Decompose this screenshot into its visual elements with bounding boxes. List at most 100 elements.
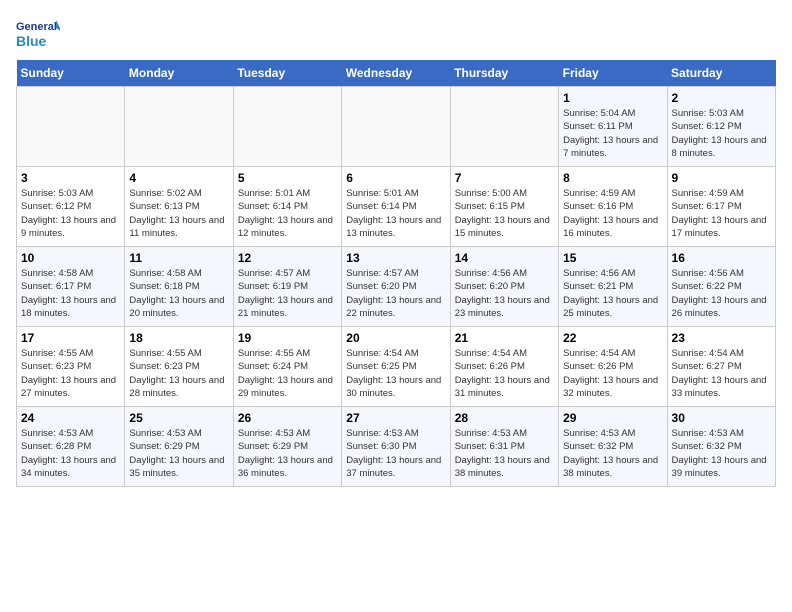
logo: General Blue: [16, 16, 60, 52]
day-number: 23: [672, 331, 771, 345]
day-info: Sunrise: 4:54 AM Sunset: 6:25 PM Dayligh…: [346, 347, 445, 400]
logo-graphic: General Blue: [16, 16, 60, 52]
day-cell: 22 Sunrise: 4:54 AM Sunset: 6:26 PM Dayli…: [559, 327, 667, 407]
calendar-table: SundayMondayTuesdayWednesdayThursdayFrid…: [16, 60, 776, 487]
day-info: Sunrise: 4:59 AM Sunset: 6:16 PM Dayligh…: [563, 187, 662, 240]
day-cell: 14 Sunrise: 4:56 AM Sunset: 6:20 PM Dayli…: [450, 247, 558, 327]
svg-text:General: General: [16, 21, 57, 33]
day-info: Sunrise: 4:56 AM Sunset: 6:21 PM Dayligh…: [563, 267, 662, 320]
day-cell: 28 Sunrise: 4:53 AM Sunset: 6:31 PM Dayli…: [450, 407, 558, 487]
day-number: 15: [563, 251, 662, 265]
day-info: Sunrise: 5:00 AM Sunset: 6:15 PM Dayligh…: [455, 187, 554, 240]
day-cell: [450, 87, 558, 167]
weekday-saturday: Saturday: [667, 60, 775, 87]
week-row-3: 10 Sunrise: 4:58 AM Sunset: 6:17 PM Dayli…: [17, 247, 776, 327]
day-number: 8: [563, 171, 662, 185]
day-cell: 15 Sunrise: 4:56 AM Sunset: 6:21 PM Dayli…: [559, 247, 667, 327]
weekday-wednesday: Wednesday: [342, 60, 450, 87]
day-cell: 24 Sunrise: 4:53 AM Sunset: 6:28 PM Dayli…: [17, 407, 125, 487]
day-cell: 11Sunrise: 4:58 AM Sunset: 6:18 PM Dayli…: [125, 247, 233, 327]
day-info: Sunrise: 5:03 AM Sunset: 6:12 PM Dayligh…: [21, 187, 120, 240]
day-info: Sunrise: 4:54 AM Sunset: 6:26 PM Dayligh…: [455, 347, 554, 400]
day-info: Sunrise: 4:55 AM Sunset: 6:23 PM Dayligh…: [129, 347, 228, 400]
day-info: Sunrise: 4:55 AM Sunset: 6:24 PM Dayligh…: [238, 347, 337, 400]
weekday-friday: Friday: [559, 60, 667, 87]
day-cell: 13Sunrise: 4:57 AM Sunset: 6:20 PM Dayli…: [342, 247, 450, 327]
day-cell: 17 Sunrise: 4:55 AM Sunset: 6:23 PM Dayli…: [17, 327, 125, 407]
day-number: 5: [238, 171, 337, 185]
day-cell: 2 Sunrise: 5:03 AM Sunset: 6:12 PM Daylig…: [667, 87, 775, 167]
day-number: 9: [672, 171, 771, 185]
day-info: Sunrise: 5:01 AM Sunset: 6:14 PM Dayligh…: [238, 187, 337, 240]
week-row-5: 24 Sunrise: 4:53 AM Sunset: 6:28 PM Dayli…: [17, 407, 776, 487]
day-cell: 30 Sunrise: 4:53 AM Sunset: 6:32 PM Dayli…: [667, 407, 775, 487]
day-number: 28: [455, 411, 554, 425]
day-number: 19: [238, 331, 337, 345]
day-cell: [17, 87, 125, 167]
day-info: Sunrise: 4:56 AM Sunset: 6:22 PM Dayligh…: [672, 267, 771, 320]
day-number: 14: [455, 251, 554, 265]
day-number: 12: [238, 251, 337, 265]
day-number: 1: [563, 91, 662, 105]
day-number: 25: [129, 411, 228, 425]
weekday-monday: Monday: [125, 60, 233, 87]
logo-svg: General Blue: [16, 16, 60, 52]
day-cell: [342, 87, 450, 167]
day-info: Sunrise: 4:58 AM Sunset: 6:17 PM Dayligh…: [21, 267, 120, 320]
day-number: 17: [21, 331, 120, 345]
day-info: Sunrise: 4:53 AM Sunset: 6:29 PM Dayligh…: [129, 427, 228, 480]
day-cell: 23Sunrise: 4:54 AM Sunset: 6:27 PM Dayli…: [667, 327, 775, 407]
day-cell: 4Sunrise: 5:02 AM Sunset: 6:13 PM Daylig…: [125, 167, 233, 247]
calendar-body: 1 Sunrise: 5:04 AM Sunset: 6:11 PM Daylig…: [17, 87, 776, 487]
day-number: 2: [672, 91, 771, 105]
day-cell: 21Sunrise: 4:54 AM Sunset: 6:26 PM Dayli…: [450, 327, 558, 407]
day-info: Sunrise: 4:53 AM Sunset: 6:32 PM Dayligh…: [672, 427, 771, 480]
day-info: Sunrise: 5:04 AM Sunset: 6:11 PM Dayligh…: [563, 107, 662, 160]
day-number: 7: [455, 171, 554, 185]
day-cell: 9 Sunrise: 4:59 AM Sunset: 6:17 PM Daylig…: [667, 167, 775, 247]
day-cell: 16 Sunrise: 4:56 AM Sunset: 6:22 PM Dayli…: [667, 247, 775, 327]
day-info: Sunrise: 4:59 AM Sunset: 6:17 PM Dayligh…: [672, 187, 771, 240]
weekday-sunday: Sunday: [17, 60, 125, 87]
day-cell: 6 Sunrise: 5:01 AM Sunset: 6:14 PM Daylig…: [342, 167, 450, 247]
day-info: Sunrise: 4:56 AM Sunset: 6:20 PM Dayligh…: [455, 267, 554, 320]
day-cell: 3 Sunrise: 5:03 AM Sunset: 6:12 PM Daylig…: [17, 167, 125, 247]
week-row-1: 1 Sunrise: 5:04 AM Sunset: 6:11 PM Daylig…: [17, 87, 776, 167]
day-info: Sunrise: 4:53 AM Sunset: 6:29 PM Dayligh…: [238, 427, 337, 480]
day-number: 24: [21, 411, 120, 425]
day-cell: 19 Sunrise: 4:55 AM Sunset: 6:24 PM Dayli…: [233, 327, 341, 407]
day-cell: 25 Sunrise: 4:53 AM Sunset: 6:29 PM Dayli…: [125, 407, 233, 487]
day-info: Sunrise: 4:57 AM Sunset: 6:20 PM Dayligh…: [346, 267, 445, 320]
day-cell: 10 Sunrise: 4:58 AM Sunset: 6:17 PM Dayli…: [17, 247, 125, 327]
day-number: 16: [672, 251, 771, 265]
day-number: 29: [563, 411, 662, 425]
day-cell: 5 Sunrise: 5:01 AM Sunset: 6:14 PM Daylig…: [233, 167, 341, 247]
day-cell: 18 Sunrise: 4:55 AM Sunset: 6:23 PM Dayli…: [125, 327, 233, 407]
day-cell: 20 Sunrise: 4:54 AM Sunset: 6:25 PM Dayli…: [342, 327, 450, 407]
page-header: General Blue: [16, 16, 776, 52]
day-cell: 1 Sunrise: 5:04 AM Sunset: 6:11 PM Daylig…: [559, 87, 667, 167]
day-info: Sunrise: 4:53 AM Sunset: 6:31 PM Dayligh…: [455, 427, 554, 480]
weekday-thursday: Thursday: [450, 60, 558, 87]
day-number: 22: [563, 331, 662, 345]
day-number: 27: [346, 411, 445, 425]
day-info: Sunrise: 5:01 AM Sunset: 6:14 PM Dayligh…: [346, 187, 445, 240]
day-info: Sunrise: 4:55 AM Sunset: 6:23 PM Dayligh…: [21, 347, 120, 400]
day-cell: 7 Sunrise: 5:00 AM Sunset: 6:15 PM Daylig…: [450, 167, 558, 247]
day-info: Sunrise: 4:53 AM Sunset: 6:28 PM Dayligh…: [21, 427, 120, 480]
day-number: 3: [21, 171, 120, 185]
day-cell: [233, 87, 341, 167]
day-cell: 12Sunrise: 4:57 AM Sunset: 6:19 PM Dayli…: [233, 247, 341, 327]
day-number: 18: [129, 331, 228, 345]
day-cell: 8 Sunrise: 4:59 AM Sunset: 6:16 PM Daylig…: [559, 167, 667, 247]
day-number: 6: [346, 171, 445, 185]
day-number: 30: [672, 411, 771, 425]
day-info: Sunrise: 5:03 AM Sunset: 6:12 PM Dayligh…: [672, 107, 771, 160]
day-number: 10: [21, 251, 120, 265]
day-cell: 27Sunrise: 4:53 AM Sunset: 6:30 PM Dayli…: [342, 407, 450, 487]
day-number: 20: [346, 331, 445, 345]
day-number: 4: [129, 171, 228, 185]
svg-text:Blue: Blue: [16, 33, 47, 49]
day-cell: 29Sunrise: 4:53 AM Sunset: 6:32 PM Dayli…: [559, 407, 667, 487]
day-info: Sunrise: 4:54 AM Sunset: 6:26 PM Dayligh…: [563, 347, 662, 400]
